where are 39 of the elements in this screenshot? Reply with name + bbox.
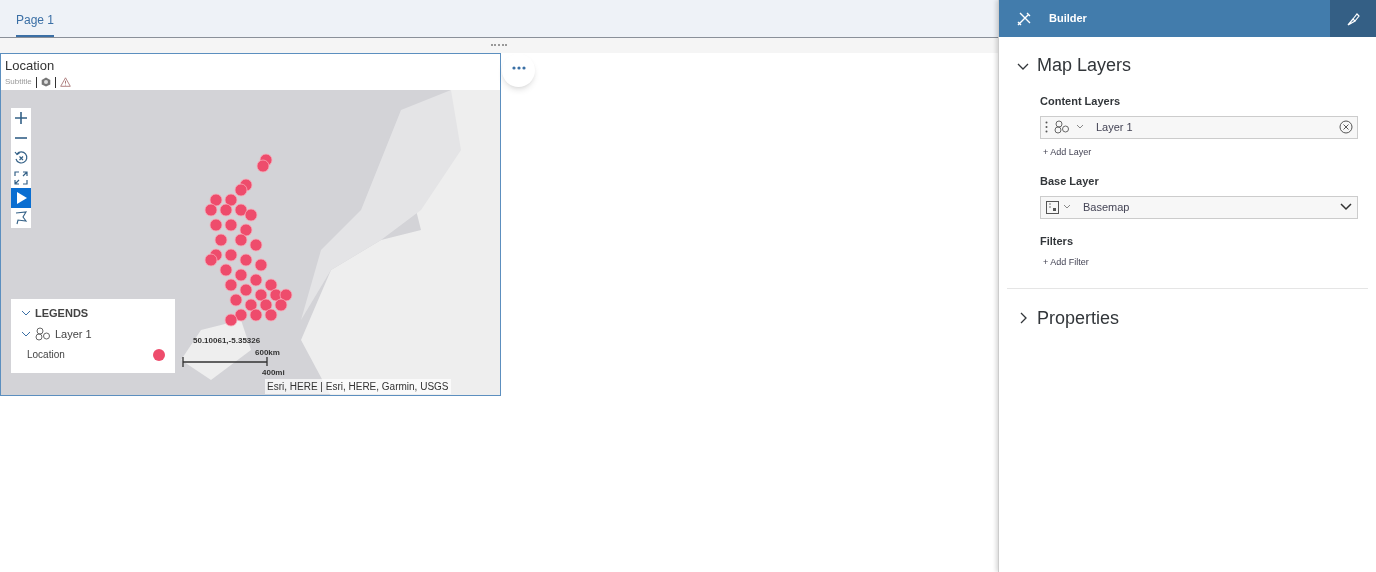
section-header[interactable]: Map Layers bbox=[1017, 52, 1358, 79]
styling-button[interactable] bbox=[1330, 0, 1376, 37]
scale-label: 600km bbox=[255, 347, 280, 359]
caret-icon bbox=[1076, 124, 1084, 130]
resize-handle[interactable] bbox=[491, 44, 507, 47]
add-link[interactable]: + Add Filter bbox=[1043, 256, 1089, 270]
tools-icon bbox=[1016, 10, 1032, 27]
field-label: Filters bbox=[1040, 233, 1074, 249]
map-control-button[interactable] bbox=[11, 168, 31, 188]
attribution-text: Esri, HERE | Esri, HERE, Garmin, USGS bbox=[265, 379, 451, 394]
basemap-dropdown[interactable]: Basemap bbox=[1040, 195, 1358, 219]
scale-label: 400mi bbox=[262, 367, 285, 379]
basemap-icon bbox=[1046, 200, 1059, 214]
remove-icon bbox=[1339, 120, 1353, 134]
more-icon bbox=[511, 65, 526, 70]
chevron-down-icon bbox=[1340, 203, 1352, 211]
layer-row[interactable]: Layer 1 bbox=[1040, 115, 1358, 139]
drag-handle-icon bbox=[1045, 121, 1048, 133]
widget-subtitle: Subtitle bbox=[5, 76, 32, 88]
section-header[interactable]: Properties bbox=[1017, 304, 1358, 332]
hexagon-icon bbox=[40, 77, 51, 87]
bubbles-icon bbox=[35, 326, 51, 341]
field-label: Content Layers bbox=[1040, 94, 1122, 109]
flag-icon bbox=[13, 210, 29, 226]
zoom-in-icon bbox=[13, 110, 29, 126]
legend-item-label: Location bbox=[27, 348, 65, 362]
caret-icon bbox=[1063, 204, 1071, 210]
add-link[interactable]: + Add Layer bbox=[1043, 145, 1092, 159]
panel-title: Builder bbox=[1049, 11, 1088, 27]
legend-title: LEGENDS bbox=[35, 306, 89, 321]
bubbles-icon bbox=[1054, 120, 1070, 134]
layer-name: Layer 1 bbox=[1096, 119, 1134, 135]
widget-title: Location bbox=[4, 57, 56, 74]
fullscreen-icon bbox=[13, 170, 29, 186]
warning-icon bbox=[59, 77, 71, 87]
legend-layer-name: Layer 1 bbox=[55, 326, 92, 342]
field-label: Base Layer bbox=[1040, 174, 1100, 189]
reset-icon bbox=[13, 150, 29, 166]
coordinates-label: 50.10061,-5.35326 bbox=[193, 335, 261, 347]
